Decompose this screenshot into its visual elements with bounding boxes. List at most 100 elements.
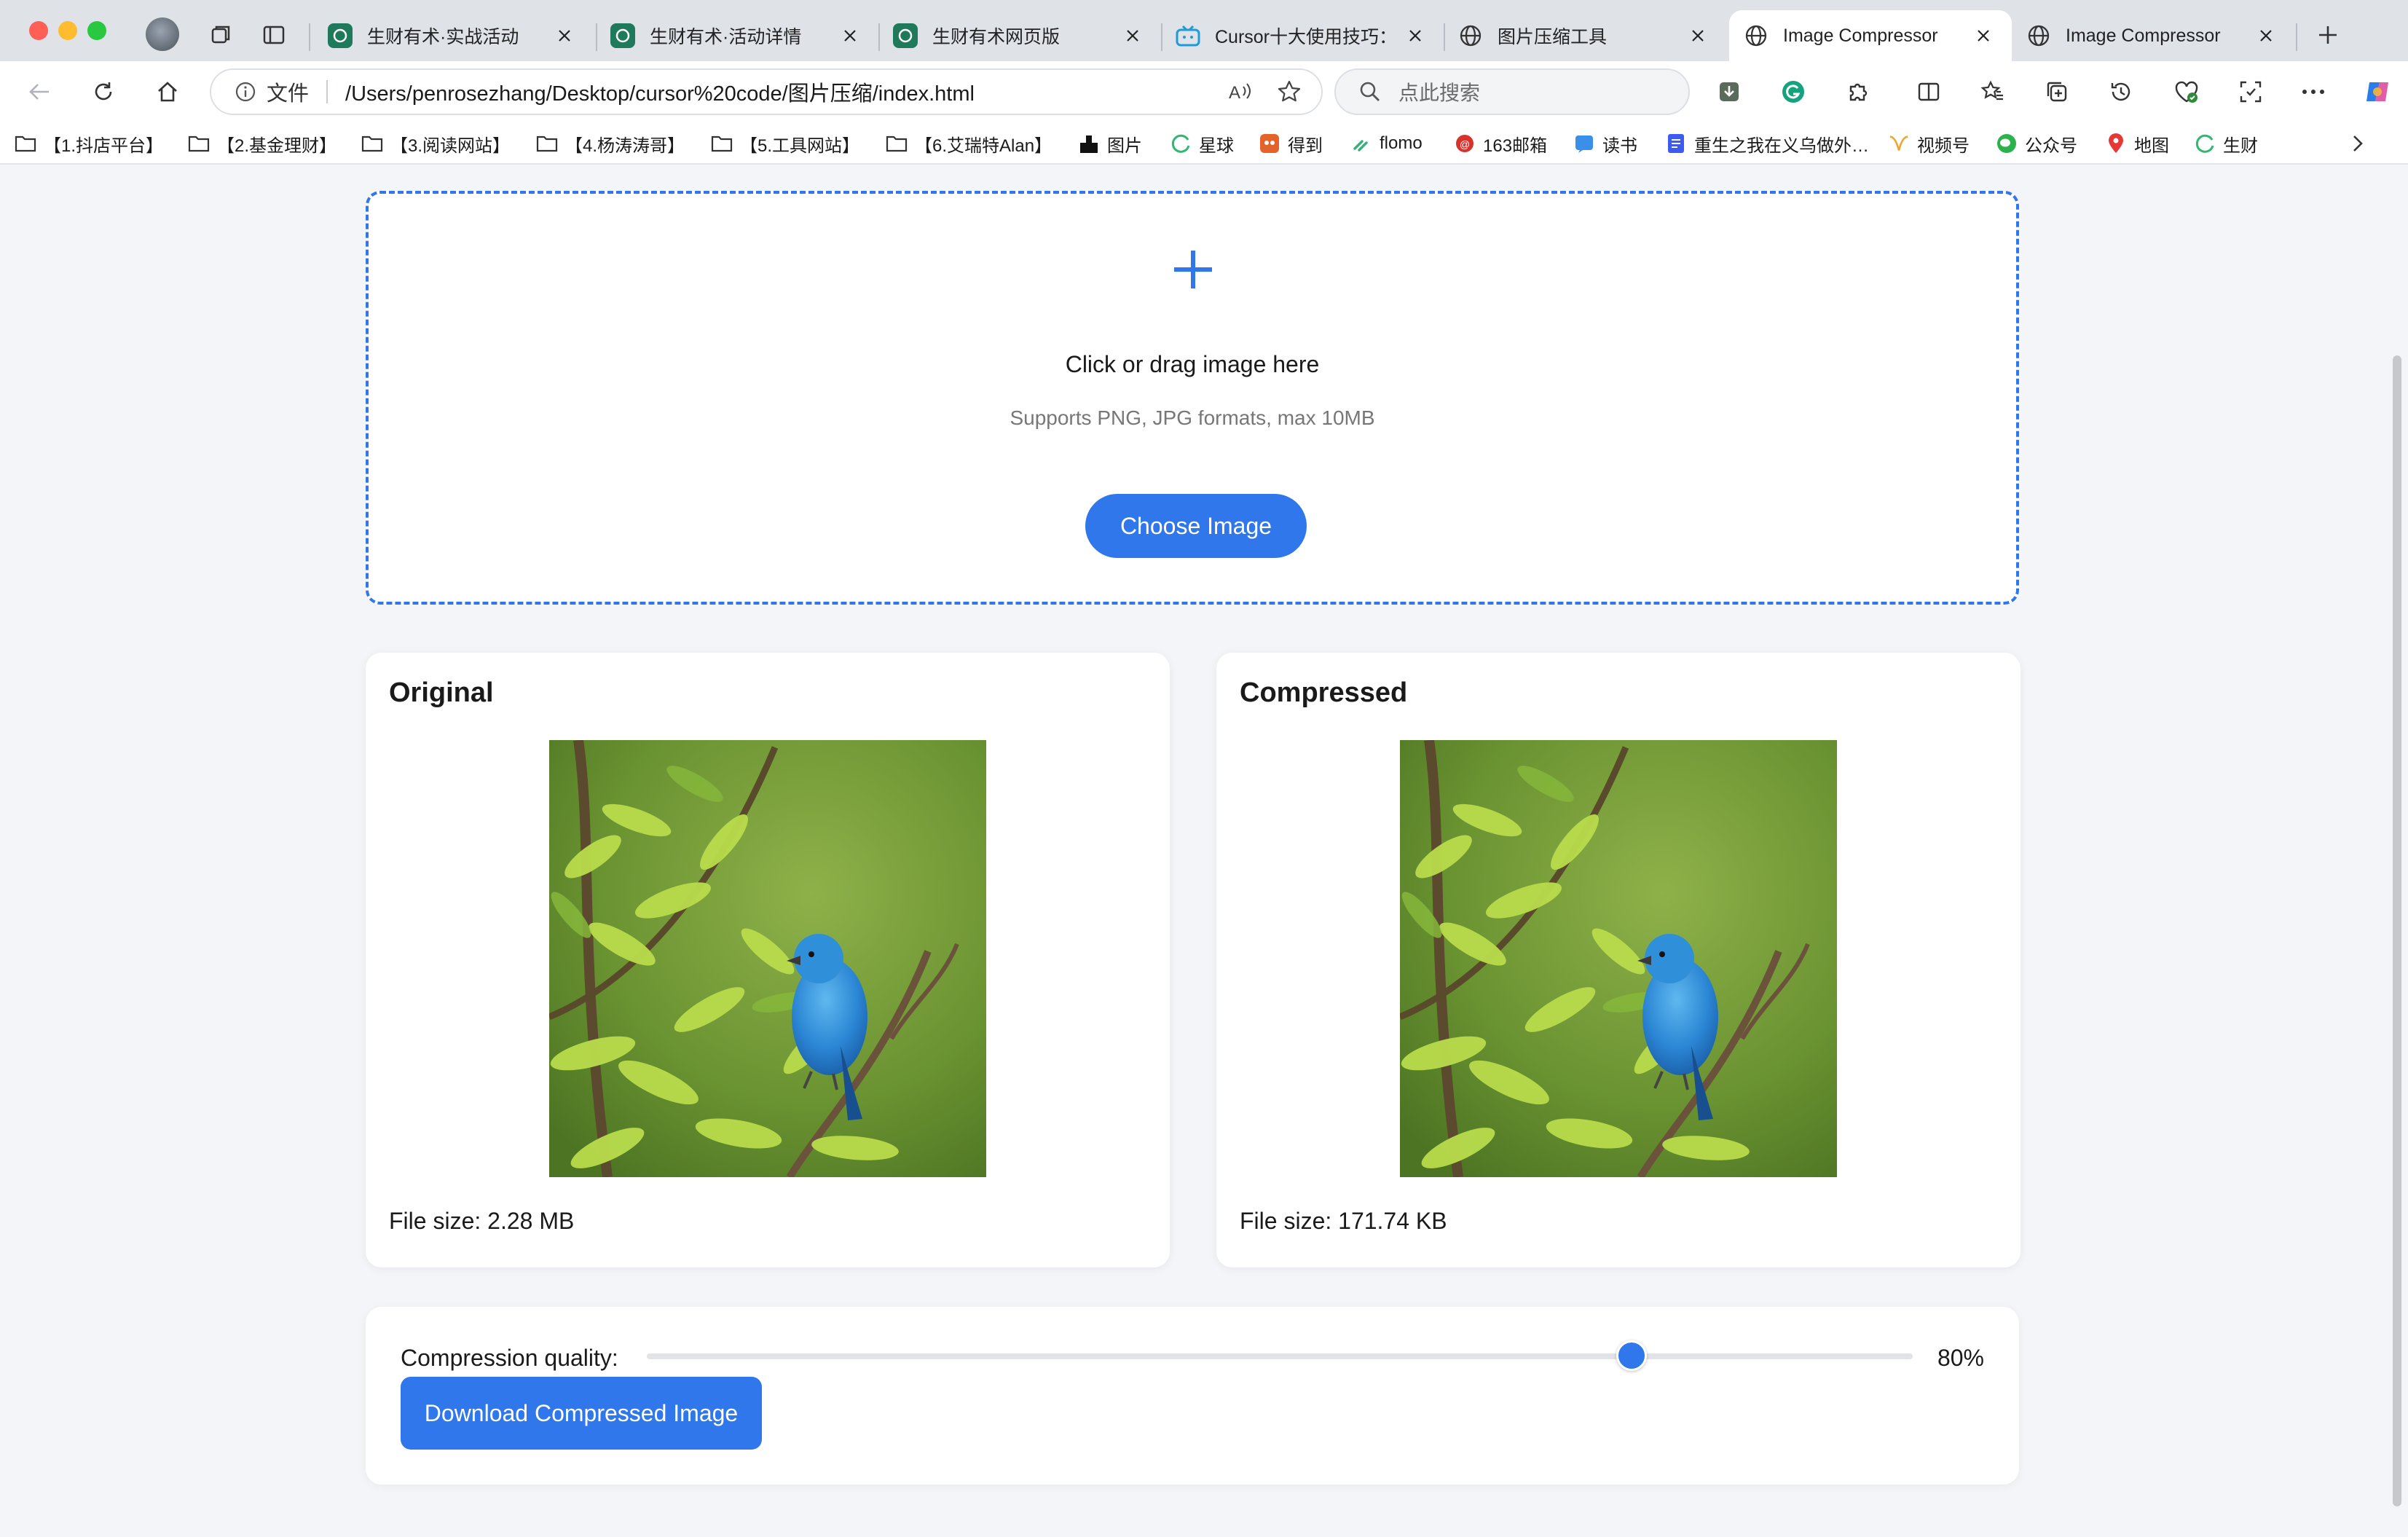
dedao-icon xyxy=(1259,133,1280,154)
grammarly-icon[interactable] xyxy=(1776,74,1811,109)
bookmark-weread[interactable]: 读书 xyxy=(1573,128,1637,159)
bookmark-label: 读书 xyxy=(1602,135,1637,156)
tab-2[interactable]: 生财有术网页版 xyxy=(878,10,1161,61)
page-info-label[interactable]: 文件 xyxy=(267,76,309,107)
download-compressed-button[interactable]: Download Compressed Image xyxy=(401,1377,762,1450)
map-pin-icon xyxy=(2105,133,2127,154)
search-box[interactable]: 点此搜索 xyxy=(1334,68,1690,115)
compressed-file-size: File size: 171.74 KB xyxy=(1240,1208,1447,1234)
new-tab-icon[interactable] xyxy=(2310,17,2345,52)
history-icon[interactable] xyxy=(2104,74,2139,109)
bookmark-label: 【2.基金理财】 xyxy=(217,135,337,156)
reload-icon[interactable] xyxy=(86,74,121,109)
read-aloud-icon[interactable]: A xyxy=(1227,77,1256,106)
bookmark-images[interactable]: 图片 xyxy=(1078,128,1142,159)
screenshot-icon[interactable] xyxy=(2233,74,2268,109)
more-menu-icon[interactable] xyxy=(2296,74,2331,109)
page-viewport: Click or drag image here Supports PNG, J… xyxy=(0,165,2408,1537)
tab-1[interactable]: 生财有术·活动详情 xyxy=(596,10,878,61)
bookmark-folder-4[interactable]: 【4.杨涛涛哥】 xyxy=(536,128,685,159)
bookmark-label: 公众号 xyxy=(2025,135,2077,156)
tab-title: 生财有术·活动详情 xyxy=(650,27,802,47)
address-bar[interactable]: 文件 /Users/penrosezhang/Desktop/cursor%20… xyxy=(210,68,1323,115)
bookmark-wechat[interactable]: 公众号 xyxy=(1996,128,2077,159)
wechat-icon xyxy=(1996,133,2018,154)
shengcai-favicon xyxy=(610,23,635,48)
upload-hint: Supports PNG, JPG formats, max 10MB xyxy=(1010,406,1375,429)
chevron-right-icon xyxy=(2347,133,2369,154)
copilot-icon[interactable] xyxy=(2360,74,2395,109)
globe-favicon xyxy=(1458,23,1483,48)
doc-icon xyxy=(1665,133,1687,154)
tab-3[interactable]: Cursor十大使用技巧：免 xyxy=(1161,10,1444,61)
bookmark-folder-3[interactable]: 【3.阅读网站】 xyxy=(361,128,510,159)
bookmark-channels[interactable]: 视频号 xyxy=(1888,128,1970,159)
tab-5-active[interactable]: Image Compressor xyxy=(1729,10,2012,61)
favorites-icon[interactable] xyxy=(1975,74,2010,109)
upload-dropzone[interactable]: Click or drag image here Supports PNG, J… xyxy=(366,191,2019,605)
mail163-icon: @ xyxy=(1454,133,1476,154)
bookmark-label: 【6.艾瑞特Alan】 xyxy=(915,135,1052,156)
close-tab-icon[interactable] xyxy=(1687,25,1709,47)
bilibili-favicon xyxy=(1176,23,1200,48)
folder-icon xyxy=(711,133,733,154)
search-icon xyxy=(1358,79,1382,104)
vertical-tabs-icon[interactable] xyxy=(256,17,291,52)
close-tab-icon[interactable] xyxy=(2255,25,2277,47)
image-site-icon xyxy=(1078,133,1100,154)
browser-essentials-icon[interactable] xyxy=(2169,74,2204,109)
bookmark-map[interactable]: 地图 xyxy=(2105,128,2169,159)
bookmark-folder-2[interactable]: 【2.基金理财】 xyxy=(188,128,337,159)
home-icon[interactable] xyxy=(150,74,185,109)
bookmark-163mail[interactable]: @163邮箱 xyxy=(1454,128,1547,159)
tab-title: 生财有术网页版 xyxy=(932,27,1061,47)
back-icon[interactable] xyxy=(22,74,57,109)
close-window-button[interactable] xyxy=(29,21,48,40)
bookmark-doc[interactable]: 重生之我在义乌做外… xyxy=(1665,128,1869,159)
bookmark-label: flomo xyxy=(1380,133,1423,153)
bookmark-flomo[interactable]: flomo xyxy=(1350,128,1423,159)
favorite-star-icon[interactable] xyxy=(1275,77,1304,106)
bookmark-folder-1[interactable]: 【1.抖店平台】 xyxy=(15,128,163,159)
bookmark-planet[interactable]: 星球 xyxy=(1170,128,1234,159)
close-tab-icon[interactable] xyxy=(1972,25,1994,47)
quality-value: 80% xyxy=(1937,1345,1984,1371)
bookmark-label: 星球 xyxy=(1199,135,1234,156)
maximize-window-button[interactable] xyxy=(87,21,106,40)
tab-0[interactable]: 生财有术·实战活动 xyxy=(313,10,593,61)
close-tab-icon[interactable] xyxy=(554,25,575,47)
tab-6[interactable]: Image Compressor xyxy=(2012,10,2294,61)
bookmark-label: 得到 xyxy=(1288,135,1323,156)
collections-icon[interactable] xyxy=(2039,74,2074,109)
workspaces-icon[interactable] xyxy=(204,17,239,52)
svg-text:@: @ xyxy=(1460,138,1470,150)
choose-image-button[interactable]: Choose Image xyxy=(1085,494,1307,558)
bookmark-label: 地图 xyxy=(2134,135,2169,156)
info-icon[interactable] xyxy=(235,81,256,103)
bookmark-shengcai[interactable]: 生财 xyxy=(2194,128,2258,159)
quality-slider-track[interactable] xyxy=(647,1353,1913,1359)
tab-4[interactable]: 图片压缩工具 xyxy=(1444,10,1726,61)
compression-controls: Compression quality: 80% Download Compre… xyxy=(366,1307,2019,1485)
extensions-puzzle-icon[interactable] xyxy=(1840,74,1875,109)
bookmark-folder-6[interactable]: 【6.艾瑞特Alan】 xyxy=(886,128,1052,159)
globe-favicon xyxy=(1744,23,1768,48)
extension-download-icon[interactable] xyxy=(1712,74,1747,109)
close-tab-icon[interactable] xyxy=(1404,25,1426,47)
bookmarks-bar: 【1.抖店平台】 【2.基金理财】 【3.阅读网站】 【4.杨涛涛哥】 【5.工… xyxy=(0,122,2408,165)
profile-avatar[interactable] xyxy=(146,17,179,51)
split-screen-icon[interactable] xyxy=(1911,74,1946,109)
minimize-window-button[interactable] xyxy=(58,21,77,40)
scrollbar-thumb[interactable] xyxy=(2393,355,2401,1506)
bookmark-dedao[interactable]: 得到 xyxy=(1259,128,1323,159)
bookmark-folder-5[interactable]: 【5.工具网站】 xyxy=(711,128,859,159)
url-text[interactable]: /Users/penrosezhang/Desktop/cursor%20cod… xyxy=(345,76,1227,107)
bookmarks-overflow-chevron[interactable] xyxy=(2347,128,2376,159)
quality-label: Compression quality: xyxy=(401,1345,618,1371)
svg-text:A: A xyxy=(1229,83,1240,103)
bookmark-label: 【4.杨涛涛哥】 xyxy=(565,135,685,156)
close-tab-icon[interactable] xyxy=(839,25,861,47)
page-scrollbar[interactable] xyxy=(2386,165,2408,1537)
quality-slider-thumb[interactable] xyxy=(1616,1340,1647,1371)
close-tab-icon[interactable] xyxy=(1122,25,1144,47)
